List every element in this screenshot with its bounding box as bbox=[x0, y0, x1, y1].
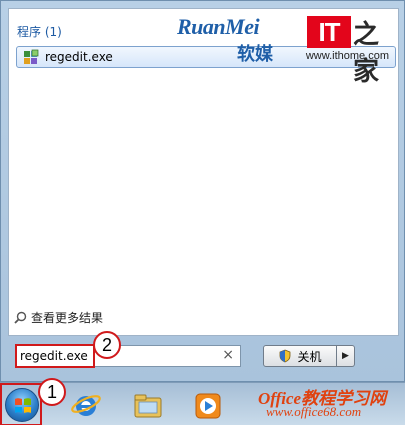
see-more-results-label: 查看更多结果 bbox=[31, 311, 104, 325]
office68-watermark-url: www.office68.com bbox=[266, 404, 362, 419]
ithome-logo-it: IT bbox=[307, 16, 351, 48]
shutdown-label: 关机 bbox=[297, 349, 322, 364]
office68-watermark: Office教程学习网 www.office68.com bbox=[258, 384, 398, 424]
clear-search-icon[interactable]: × bbox=[222, 347, 234, 363]
start-menu: 程序 (1) regedit.exe www.ithome.com RuanMe… bbox=[0, 0, 405, 382]
windows-explorer-icon[interactable] bbox=[132, 389, 164, 421]
registry-editor-icon bbox=[24, 49, 39, 64]
ruanmei-logo: RuanMei 软媒 bbox=[177, 14, 289, 65]
search-results-pane: 程序 (1) regedit.exe www.ithome.com RuanMe… bbox=[8, 8, 399, 336]
uac-shield-icon bbox=[280, 349, 291, 363]
shutdown-options-arrow[interactable]: ▶ bbox=[337, 345, 355, 367]
see-more-results-link[interactable]: 查看更多结果 bbox=[14, 309, 103, 326]
magnifier-icon bbox=[14, 311, 27, 324]
callout-step-1: 1 bbox=[38, 378, 66, 406]
ithome-logo-cjk: 之家 bbox=[353, 20, 380, 87]
callout-step-2: 2 bbox=[93, 331, 121, 359]
ruanmei-logo-cjk: 软媒 bbox=[237, 44, 273, 65]
results-group-header: 程序 (1) bbox=[17, 25, 62, 39]
media-player-icon[interactable] bbox=[192, 389, 224, 421]
ruanmei-logo-latin: RuanMei bbox=[177, 14, 260, 39]
start-highlight-box bbox=[0, 383, 42, 425]
ithome-logo: IT 之家 bbox=[307, 16, 387, 87]
result-item-label: regedit.exe bbox=[45, 50, 113, 64]
internet-explorer-icon[interactable] bbox=[70, 389, 102, 421]
shutdown-button[interactable]: 关机 bbox=[263, 345, 337, 367]
search-highlight-box bbox=[15, 344, 95, 368]
